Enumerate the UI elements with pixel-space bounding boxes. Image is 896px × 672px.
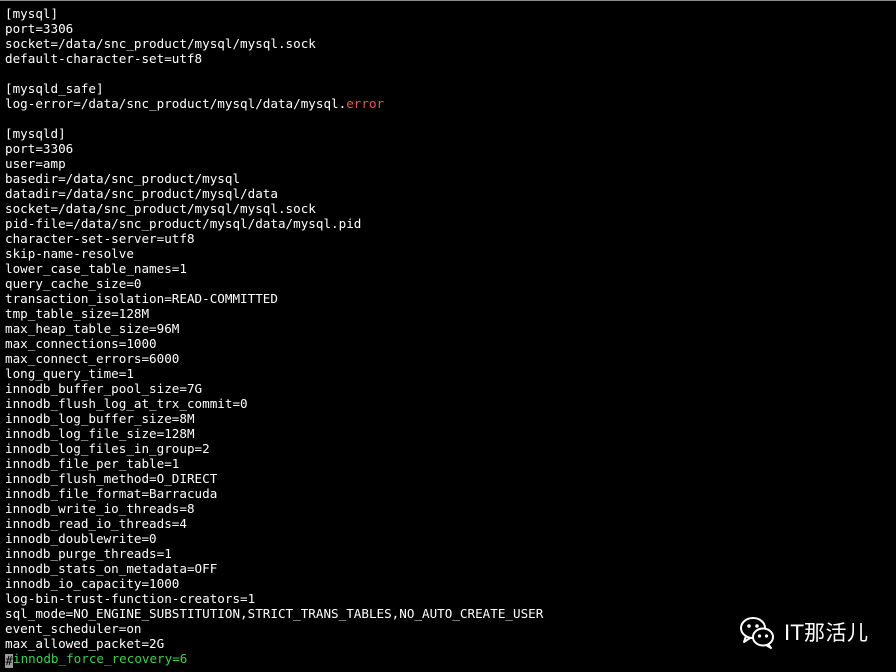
editor-line: innodb_write_io_threads=8 xyxy=(5,501,195,516)
editor-line: innodb_log_files_in_group=2 xyxy=(5,441,210,456)
editor-line: max_connections=1000 xyxy=(5,336,157,351)
editor-line: innodb_log_file_size=128M xyxy=(5,426,195,441)
editor-line: innodb_flush_method=O_DIRECT xyxy=(5,471,218,486)
editor-line: port=3306 xyxy=(5,141,74,156)
editor-line: innodb_buffer_pool_size=7G xyxy=(5,381,203,396)
editor-line: sql_mode=NO_ENGINE_SUBSTITUTION,STRICT_T… xyxy=(5,606,544,621)
log-error-path: log-error=/data/snc_product/mysql/data/m… xyxy=(5,96,347,111)
editor-line: basedir=/data/snc_product/mysql xyxy=(5,171,241,186)
editor-line: lower_case_table_names=1 xyxy=(5,261,187,276)
editor-line: default-character-set=utf8 xyxy=(5,51,203,66)
editor-line: tmp_table_size=128M xyxy=(5,306,150,321)
editor-line: [mysqld] xyxy=(5,126,66,141)
editor-line: skip-name-resolve xyxy=(5,246,134,261)
wechat-icon xyxy=(738,613,776,651)
editor-line: max_allowed_packet=2G xyxy=(5,636,165,651)
editor-line: log-bin-trust-function-creators=1 xyxy=(5,591,256,606)
editor-line: innodb_file_format=Barracuda xyxy=(5,486,218,501)
editor-line: innodb_file_per_table=1 xyxy=(5,456,180,471)
editor-line: innodb_log_buffer_size=8M xyxy=(5,411,195,426)
editor-line: [mysqld_safe] xyxy=(5,81,104,96)
text-cursor: # xyxy=(5,654,13,668)
editor-line: max_connect_errors=6000 xyxy=(5,351,180,366)
editor-line: user=amp xyxy=(5,156,66,171)
highlighted-word: error xyxy=(346,96,385,111)
editor-line: pid-file=/data/snc_product/mysql/data/my… xyxy=(5,216,362,231)
editor-content[interactable]: [mysql] port=3306 socket=/data/snc_produ… xyxy=(5,6,544,668)
terminal-window[interactable]: [mysql] port=3306 socket=/data/snc_produ… xyxy=(0,0,896,672)
editor-line: innodb_io_capacity=1000 xyxy=(5,576,180,591)
editor-line: socket=/data/snc_product/mysql/mysql.soc… xyxy=(5,201,316,216)
editor-line: socket=/data/snc_product/mysql/mysql.soc… xyxy=(5,36,316,51)
commented-setting: innodb_force_recovery=6 xyxy=(13,651,188,666)
watermark: IT那活儿 xyxy=(738,613,869,651)
editor-line: innodb_stats_on_metadata=OFF xyxy=(5,561,218,576)
editor-line: character-set-server=utf8 xyxy=(5,231,195,246)
editor-line: max_heap_table_size=96M xyxy=(5,321,180,336)
editor-line-cursor[interactable]: #innodb_force_recovery=6 xyxy=(5,651,543,668)
editor-line: event_scheduler=on xyxy=(5,621,142,636)
editor-line: innodb_flush_log_at_trx_commit=0 xyxy=(5,396,248,411)
editor-line: innodb_doublewrite=0 xyxy=(5,531,157,546)
editor-line: port=3306 xyxy=(5,21,74,36)
watermark-text: IT那活儿 xyxy=(784,621,869,645)
editor-line: transaction_isolation=READ-COMMITTED xyxy=(5,291,278,306)
editor-line: innodb_read_io_threads=4 xyxy=(5,516,187,531)
editor-line: [mysql] xyxy=(5,6,59,21)
editor-line: query_cache_size=0 xyxy=(5,276,142,291)
editor-line-log-error: log-error=/data/snc_product/mysql/data/m… xyxy=(5,96,543,111)
editor-line: datadir=/data/snc_product/mysql/data xyxy=(5,186,278,201)
editor-line: innodb_purge_threads=1 xyxy=(5,546,172,561)
editor-line: long_query_time=1 xyxy=(5,366,134,381)
